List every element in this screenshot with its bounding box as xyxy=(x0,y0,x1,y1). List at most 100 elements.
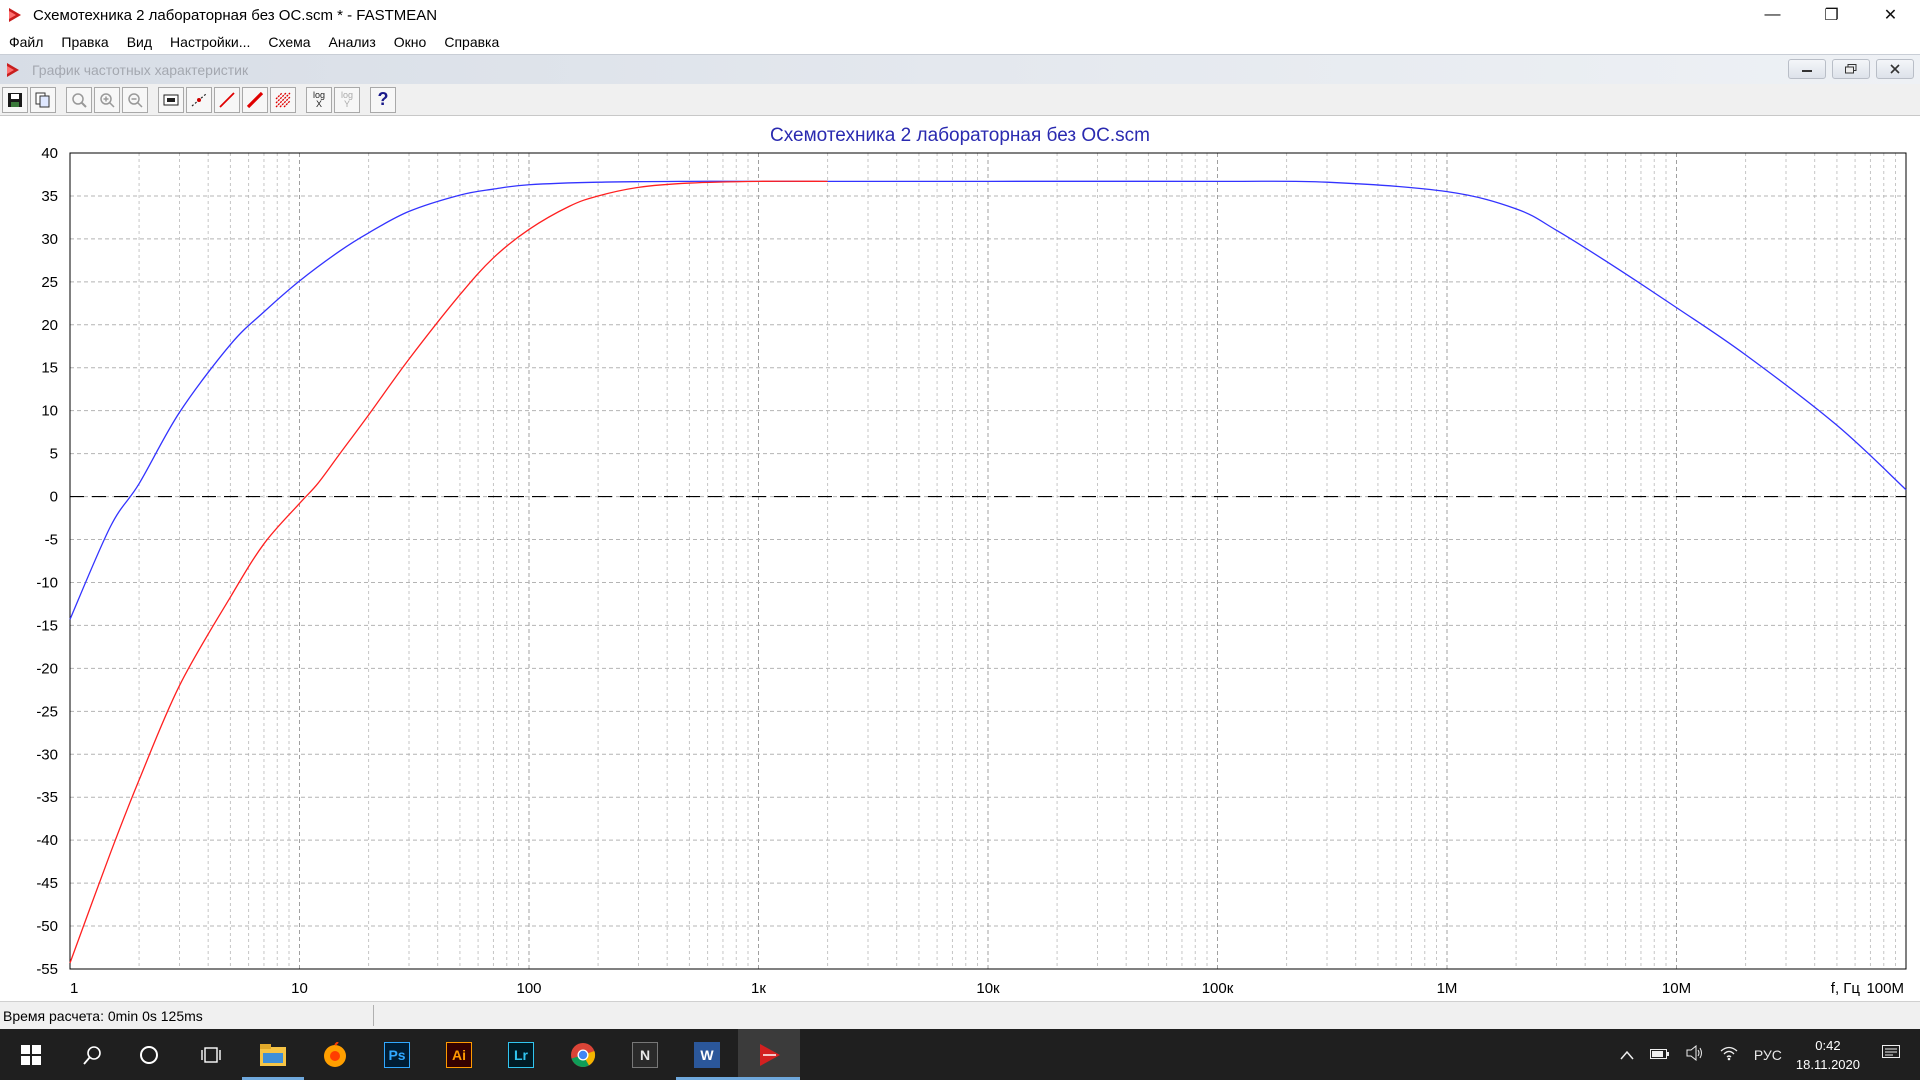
clock-date: 18.11.2020 xyxy=(1795,1056,1860,1072)
zoom-button[interactable] xyxy=(66,86,92,113)
illustrator-icon: Ai xyxy=(446,1041,472,1068)
taskbar-photoshop[interactable]: Ps xyxy=(366,1029,428,1080)
clock[interactable]: 0:42 18.11.2020 xyxy=(1796,1036,1860,1074)
y-tick-label: 15 xyxy=(41,360,58,377)
child-restore-button[interactable] xyxy=(1832,59,1870,79)
task-view-button[interactable] xyxy=(180,1029,242,1080)
y-tick-label: -55 xyxy=(36,961,58,978)
restore-icon xyxy=(1845,64,1857,74)
taskbar-yandex-browser[interactable] xyxy=(304,1029,366,1080)
y-tick-label: 30 xyxy=(41,231,58,248)
y-tick-label: -50 xyxy=(36,918,58,935)
y-tick-label: -20 xyxy=(36,660,58,677)
status-bar: Время расчета: 0min 0s 125ms xyxy=(0,1001,1920,1029)
fastmean-app-icon xyxy=(9,8,21,22)
y-tick-label: -15 xyxy=(36,617,58,634)
taskbar-chrome[interactable] xyxy=(552,1029,614,1080)
wifi-icon[interactable] xyxy=(1720,1045,1738,1064)
calc-time-status: Время расчета: 0min 0s 125ms xyxy=(3,1008,203,1024)
y-tick-label: -40 xyxy=(36,832,58,849)
tray-overflow-icon[interactable] xyxy=(1620,1047,1634,1063)
help-button[interactable]: ? xyxy=(370,86,396,113)
log-y-button[interactable]: log Y xyxy=(334,86,360,113)
menu-view[interactable]: Вид xyxy=(118,34,161,50)
menu-schema[interactable]: Схема xyxy=(259,34,319,50)
x-tick-label: 100к xyxy=(1202,980,1234,997)
window-titlebar: Схемотехника 2 лабораторная без ОС.scm *… xyxy=(0,0,1920,30)
chrome-icon xyxy=(571,1042,596,1067)
windows-start-icon xyxy=(21,1044,41,1065)
y-tick-label: 10 xyxy=(41,403,58,420)
grid-icon xyxy=(275,92,291,107)
zoom-in-icon xyxy=(100,92,115,108)
copy-button[interactable] xyxy=(30,86,56,113)
word-icon: W xyxy=(694,1041,720,1068)
fastmean-icon xyxy=(760,1043,780,1066)
grid-button[interactable] xyxy=(270,86,296,113)
log-y-axis-label: Y xyxy=(343,98,350,109)
zoom-out-button[interactable] xyxy=(122,86,148,113)
log-x-axis-label: X xyxy=(315,98,322,109)
menu-settings[interactable]: Настройки... xyxy=(161,34,259,50)
taskbar-notion[interactable]: N xyxy=(614,1029,676,1080)
taskbar-fastmean[interactable] xyxy=(738,1029,800,1080)
notion-icon: N xyxy=(632,1041,658,1068)
system-tray: РУС 0:42 18.11.2020 xyxy=(1612,1029,1920,1080)
menu-file[interactable]: Файл xyxy=(0,34,52,50)
y-tick-label: -35 xyxy=(36,789,58,806)
taskbar-word[interactable]: W xyxy=(676,1029,738,1080)
log-x-button[interactable]: log X xyxy=(306,86,332,113)
minimize-button[interactable]: — xyxy=(1743,0,1802,30)
marker-button[interactable] xyxy=(158,86,184,113)
line-red-button[interactable] xyxy=(214,86,240,113)
y-tick-label: 5 xyxy=(50,446,58,463)
menu-help[interactable]: Справка xyxy=(435,34,508,50)
menu-bar: Файл Правка Вид Настройки... Схема Анали… xyxy=(0,30,1920,53)
x-tick-label: 1 xyxy=(70,980,78,997)
taskbar-illustrator[interactable]: Ai xyxy=(428,1029,490,1080)
x-axis-label: f, Гц xyxy=(1831,980,1861,997)
start-button[interactable] xyxy=(0,1029,62,1080)
close-button[interactable]: ✕ xyxy=(1861,0,1920,30)
window-title: Схемотехника 2 лабораторная без ОС.scm *… xyxy=(33,6,438,24)
line-bold-red-button[interactable] xyxy=(242,86,268,113)
menu-window[interactable]: Окно xyxy=(385,34,436,50)
x-tick-label: 100 xyxy=(516,980,541,997)
child-window-caption: График частотных характеристик xyxy=(0,54,1920,84)
y-tick-label: 40 xyxy=(41,145,58,162)
maximize-button[interactable]: ❐ xyxy=(1802,0,1861,30)
y-tick-label: -25 xyxy=(36,703,58,720)
battery-icon[interactable] xyxy=(1649,1047,1670,1063)
menu-analysis[interactable]: Анализ xyxy=(320,34,385,50)
search-button[interactable] xyxy=(62,1029,124,1080)
x-tick-label: 100М xyxy=(1866,980,1904,997)
language-indicator[interactable]: РУС xyxy=(1754,1047,1782,1063)
cursor-button[interactable] xyxy=(186,86,212,113)
chart-plot[interactable]: 40 35 30 25 20 15 10 5 0 -5 -10 -15 -20 -25 -30 -35 -40 -… xyxy=(0,117,1920,1001)
zoom-in-button[interactable] xyxy=(94,86,120,113)
toolbar: log X log Y ? xyxy=(0,84,1920,116)
task-view-icon xyxy=(201,1046,221,1063)
close-icon xyxy=(1890,64,1900,74)
cortana-button[interactable] xyxy=(118,1029,180,1080)
child-minimize-button[interactable] xyxy=(1788,59,1826,79)
marker-icon xyxy=(163,94,179,105)
volume-icon[interactable] xyxy=(1686,1044,1704,1064)
notifications-icon[interactable] xyxy=(1882,1045,1900,1064)
menu-edit[interactable]: Правка xyxy=(52,34,117,50)
taskbar-file-explorer[interactable] xyxy=(242,1029,304,1080)
x-tick-label: 10М xyxy=(1662,980,1691,997)
taskbar-lightroom[interactable]: Lr xyxy=(490,1029,552,1080)
y-tick-label: 0 xyxy=(50,489,58,506)
y-tick-label: 25 xyxy=(41,274,58,291)
child-close-button[interactable] xyxy=(1876,59,1914,79)
line-bold-red-icon xyxy=(247,91,263,108)
frequency-response-chart: Схемотехника 2 лабораторная без ОС.scm 4… xyxy=(0,117,1920,1001)
minimize-icon xyxy=(1802,70,1812,72)
taskbar: Ps Ai Lr N W РУС 0:42 18.11.2020 xyxy=(0,1029,1920,1080)
child-window-title: График частотных характеристик xyxy=(32,61,249,78)
search-icon xyxy=(83,1045,101,1065)
help-icon: ? xyxy=(377,89,389,109)
x-tick-label: 10 xyxy=(291,980,308,997)
save-button[interactable] xyxy=(2,86,28,113)
